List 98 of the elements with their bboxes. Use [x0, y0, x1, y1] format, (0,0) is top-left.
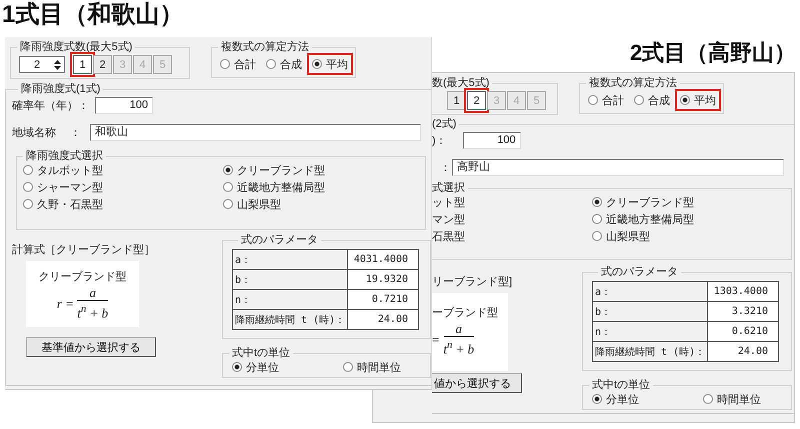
- group-label: 降雨強度式(1式): [20, 83, 102, 95]
- radio-button[interactable]: 時間単位: [701, 391, 763, 407]
- radio-indicator[interactable]: [592, 394, 602, 404]
- formula-denominator: t$^{n}$ + b: [77, 302, 108, 322]
- group-label: 降雨強度式選択: [25, 150, 104, 162]
- radio-indicator[interactable]: [592, 231, 602, 241]
- input-field[interactable]: 100: [462, 132, 521, 149]
- radio-button[interactable]: シャーマン型: [21, 179, 221, 195]
- radio-indicator[interactable]: [232, 362, 242, 372]
- formula-variable: r: [56, 296, 62, 312]
- radio-indicator[interactable]: [312, 59, 322, 69]
- radio-button[interactable]: クリーブランド型: [590, 194, 791, 210]
- radio-button[interactable]: 山梨県型: [221, 196, 425, 212]
- number-button[interactable]: 2: [93, 55, 112, 74]
- radio-button[interactable]: タルボット型: [21, 162, 221, 178]
- radio-button[interactable]: 近畿地方整備局型: [590, 211, 791, 227]
- table-cell: b：: [232, 270, 348, 290]
- table-cell[interactable]: 3.3210: [708, 302, 778, 322]
- radio-indicator[interactable]: [634, 95, 644, 105]
- radio-button[interactable]: 久野・石黒型: [21, 196, 221, 212]
- radio-button[interactable]: 時間単位: [341, 359, 403, 375]
- group-label: 複数式の算定方法: [220, 41, 310, 53]
- radio-indicator[interactable]: [223, 165, 233, 175]
- window-heading: 2式目（高野山）: [630, 39, 796, 67]
- input-field[interactable]: 和歌山: [90, 124, 421, 141]
- radio-indicator[interactable]: [680, 95, 690, 105]
- radio-indicator[interactable]: [23, 165, 33, 175]
- radio-button[interactable]: 近畿地方整備局型: [221, 179, 425, 195]
- radio-button[interactable]: 平均: [678, 92, 718, 108]
- radio-indicator[interactable]: [592, 214, 602, 224]
- option-label: ット型: [432, 196, 466, 210]
- radio-indicator[interactable]: [588, 95, 598, 105]
- radio-indicator[interactable]: [223, 199, 233, 209]
- table-cell[interactable]: 1303.4000: [708, 282, 778, 302]
- formula-title: リーブランド型]: [432, 274, 512, 289]
- table-cell[interactable]: 24.00: [708, 342, 778, 362]
- colon-label: ：: [70, 126, 82, 140]
- spinner-field[interactable]: 2: [19, 56, 65, 73]
- radio-button[interactable]: 合成: [632, 92, 672, 108]
- table-cell: 降雨継続時間 t (時)：: [232, 310, 348, 330]
- formula-title: 計算式［クリーブランド型］: [12, 242, 155, 257]
- equals-sign: =: [432, 332, 440, 348]
- table-cell[interactable]: 0.7210: [348, 290, 418, 310]
- table-cell[interactable]: 0.6210: [708, 322, 778, 342]
- radio-button[interactable]: 平均: [310, 56, 350, 72]
- number-button[interactable]: 2: [467, 91, 486, 110]
- option-label: 石黒型: [432, 230, 466, 244]
- radio-button[interactable]: 合計: [218, 56, 258, 72]
- radio-button[interactable]: 山梨県型: [590, 228, 791, 244]
- radio-button[interactable]: 合成: [264, 56, 304, 72]
- formula-name: クリーブランド型: [38, 270, 126, 284]
- input-field[interactable]: 高野山: [452, 159, 784, 176]
- group-label: 式のパラメータ: [240, 234, 319, 246]
- spin-arrows-icon[interactable]: [53, 58, 62, 72]
- radio-indicator[interactable]: [23, 199, 33, 209]
- radio-button[interactable]: 分単位: [590, 391, 641, 407]
- option-label: マン型: [432, 212, 466, 227]
- field-label: 確率年（年）：: [12, 98, 89, 113]
- formula-numerator: a: [77, 286, 108, 301]
- radio-indicator[interactable]: [23, 182, 33, 192]
- radio-button[interactable]: 合計: [586, 92, 626, 108]
- colon-label: ：: [439, 161, 452, 175]
- group-label: (2式): [432, 118, 458, 130]
- radio-indicator[interactable]: [592, 197, 602, 207]
- group-label: 式のパラメータ: [600, 266, 679, 278]
- number-button[interactable]: 1: [73, 55, 92, 74]
- window-heading: 1式目（和歌山）: [2, 0, 184, 30]
- equals-sign: =: [66, 296, 74, 312]
- radio-indicator[interactable]: [223, 182, 233, 192]
- table-cell: a：: [592, 282, 708, 302]
- table-cell[interactable]: 19.9320: [348, 270, 418, 290]
- table-cell: b：: [592, 302, 708, 322]
- table-cell[interactable]: 24.00: [348, 310, 418, 330]
- group-label: 式中tの単位: [591, 379, 652, 391]
- select-button[interactable]: 値から選択する: [432, 373, 522, 393]
- radio-button[interactable]: クリーブランド型: [221, 162, 425, 178]
- group-label: 式中tの単位: [231, 347, 292, 359]
- table-cell: 降雨継続時間 t (時)：: [592, 342, 708, 362]
- formula-numerator: a: [444, 322, 474, 337]
- group-label: 複数式の算定方法: [588, 77, 678, 89]
- select-button[interactable]: 基準値から選択する: [26, 337, 156, 357]
- table-cell: a：: [232, 250, 348, 270]
- radio-indicator[interactable]: [220, 59, 230, 69]
- radio-indicator[interactable]: [343, 362, 353, 372]
- radio-indicator[interactable]: [703, 394, 713, 404]
- table-cell[interactable]: 4031.4000: [348, 250, 418, 270]
- formula-denominator: t$^{n}$ + b: [443, 338, 474, 358]
- field-label: 地域名称: [12, 126, 57, 140]
- input-field[interactable]: 100: [95, 97, 153, 114]
- radio-indicator[interactable]: [266, 59, 276, 69]
- table-cell: n：: [232, 290, 348, 310]
- group-label: 数(最大5式): [432, 77, 490, 89]
- radio-button[interactable]: 分単位: [230, 359, 281, 375]
- group-label: 式選択: [432, 182, 466, 194]
- formula-name: ーブランド型: [432, 306, 498, 320]
- group-label: 降雨強度式数(最大5式): [19, 41, 134, 53]
- table-cell: n：: [592, 322, 708, 342]
- field-label: )：: [432, 134, 447, 148]
